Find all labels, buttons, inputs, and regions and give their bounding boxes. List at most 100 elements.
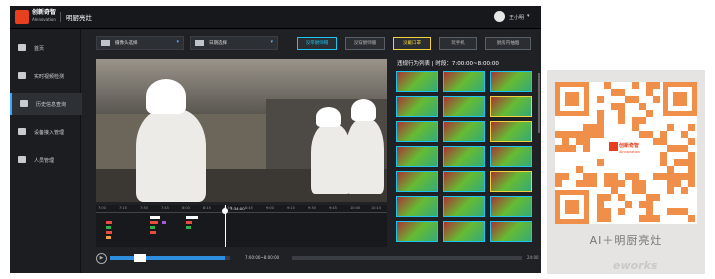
user-avatar-icon[interactable] [494, 11, 505, 22]
timeline-event[interactable] [106, 236, 111, 239]
qr-module [632, 96, 639, 103]
calendar-icon [195, 40, 204, 46]
timeline-event[interactable] [150, 231, 156, 234]
qr-module [597, 110, 604, 117]
timeline-tick-label: 7:30 [140, 206, 148, 210]
violation-thumbnail[interactable] [490, 171, 532, 192]
camera-select-label: 摄像头选择 [115, 41, 138, 46]
violation-thumbnail[interactable] [443, 146, 485, 167]
qr-module [632, 180, 639, 187]
timeline-event[interactable] [150, 216, 160, 219]
timeline-event[interactable] [150, 221, 158, 224]
filter-no-chef-hat-button[interactable]: 没带厨师帽 [297, 37, 337, 50]
app-title: 明厨亮灶 [66, 14, 92, 22]
sidebar-item-history[interactable]: 历史信息查询 [10, 93, 82, 115]
timeline-event[interactable] [106, 221, 112, 224]
filter-phone-button[interactable]: 玩手机 [439, 37, 477, 50]
chef-figure [146, 79, 186, 114]
violation-thumbnail[interactable] [490, 221, 532, 242]
top-bar: 创新奇智 AInnovation 明厨亮灶 王小明 ▾ [10, 6, 541, 29]
sidebar-item-label: 设备接入管理 [34, 130, 65, 136]
qr-module [597, 96, 604, 103]
timeline-event[interactable] [106, 226, 111, 229]
playback-track-secondary[interactable] [292, 256, 522, 260]
qr-logo-subtitle: AInnovation [619, 150, 640, 154]
sidebar: 首页 实时视频检测 历史信息查询 设备接入管理 人员管理 [10, 29, 82, 273]
qr-module [583, 145, 590, 152]
timeline-event[interactable] [186, 221, 192, 224]
qr-code-card: 创新奇智 AInnovation AI＋明厨亮灶 [547, 70, 705, 274]
timeline-tick-label: 9:30 [308, 206, 316, 210]
violation-thumbnail[interactable] [443, 196, 485, 217]
violation-thumbnail[interactable] [490, 96, 532, 117]
qr-module [555, 145, 562, 152]
play-button[interactable]: ▶ [96, 253, 107, 264]
violation-panel: 违规行为列表 | 时段：7:00:00~8:00:00 [394, 59, 541, 247]
timeline-event[interactable] [150, 226, 155, 229]
qr-module [632, 187, 639, 194]
violation-thumbnail[interactable] [396, 146, 438, 167]
qr-module [569, 145, 576, 152]
timeline-tick-label: 8:00 [182, 206, 190, 210]
violation-thumbnail[interactable] [396, 71, 438, 92]
qr-code: 创新奇智 AInnovation [555, 82, 697, 224]
qr-module [653, 194, 660, 201]
filter-no-chef-uniform-button[interactable]: 没穿厨师服 [345, 37, 385, 50]
qr-module [562, 131, 569, 138]
chevron-down-icon: ▾ [270, 39, 273, 45]
sidebar-item-devices[interactable]: 设备接入管理 [10, 121, 80, 143]
timeline-event[interactable] [162, 221, 166, 224]
timeline-event[interactable] [186, 226, 191, 229]
violation-thumbnail[interactable] [396, 121, 438, 142]
timeline-tick-label: 8:45 [245, 206, 253, 210]
violation-thumbnail[interactable] [490, 121, 532, 142]
timeline-tick-label: 9:45 [329, 206, 337, 210]
timeline-tick-label: 10:15 [371, 206, 382, 210]
timeline-cursor-time: 7:34:00 [230, 206, 245, 211]
sidebar-item-label: 首页 [34, 46, 45, 52]
timeline-event[interactable] [106, 231, 112, 234]
violation-thumbnail[interactable] [396, 96, 438, 117]
sidebar-item-people[interactable]: 人员管理 [10, 149, 80, 171]
filter-smoking-button[interactable]: 厨房内抽烟 [485, 37, 531, 50]
qr-logo-name: 创新奇智 [619, 143, 640, 149]
qr-module [632, 173, 639, 180]
event-timeline[interactable]: 7:00 7:15 7:30 7:45 8:00 8:15 8:30 8:45 9:00 9:15… [96, 205, 387, 247]
violation-thumbnail[interactable] [443, 221, 485, 242]
chevron-down-icon[interactable]: ▾ [527, 13, 530, 19]
violation-list-title: 违规行为列表 | 时段：7:00:00~8:00:00 [397, 61, 499, 67]
qr-finder [673, 92, 687, 106]
violation-thumbnail[interactable] [490, 71, 532, 92]
qr-module [681, 187, 688, 194]
violation-thumbnail[interactable] [443, 71, 485, 92]
sidebar-item-realtime[interactable]: 实时视频检测 [10, 65, 80, 87]
qr-module [653, 82, 660, 89]
video-player[interactable] [96, 59, 387, 202]
qr-module [646, 110, 653, 117]
violation-thumbnail[interactable] [396, 221, 438, 242]
timeline-event[interactable] [186, 216, 198, 219]
violation-thumbnail[interactable] [396, 196, 438, 217]
camera-select[interactable]: 摄像头选择 ▾ [96, 36, 184, 50]
date-select[interactable]: 日期选择 ▾ [190, 36, 278, 50]
user-name[interactable]: 王小明 [509, 14, 524, 21]
violation-thumbnail[interactable] [490, 196, 532, 217]
qr-module [618, 194, 625, 201]
sidebar-item-home[interactable]: 首页 [10, 37, 80, 59]
violation-thumbnail[interactable] [443, 171, 485, 192]
qr-module [688, 215, 695, 222]
violation-thumbnail[interactable] [396, 171, 438, 192]
timeline-cursor-handle[interactable] [222, 208, 228, 214]
qr-module [611, 89, 618, 96]
scrollbar[interactable] [538, 73, 540, 133]
qr-module [590, 173, 597, 180]
filter-no-mask-button[interactable]: 没戴口罩 [393, 37, 431, 50]
violation-thumbnail[interactable] [490, 146, 532, 167]
qr-module [590, 124, 597, 131]
playback-bar: ▶ 7:00:00~8:00:00 24:00 [96, 251, 541, 265]
playback-handle[interactable] [134, 254, 146, 262]
qr-module [667, 166, 674, 173]
qr-module [597, 124, 604, 131]
violation-thumbnail[interactable] [443, 121, 485, 142]
violation-thumbnail[interactable] [443, 96, 485, 117]
